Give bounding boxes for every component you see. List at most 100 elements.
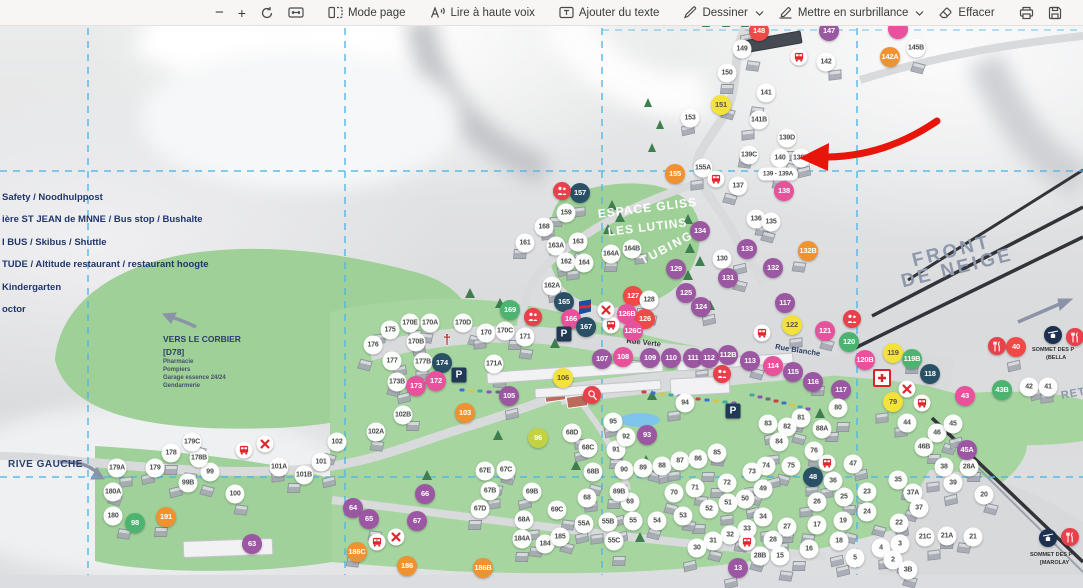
marker-171A: 171A bbox=[485, 355, 504, 374]
save-button[interactable] bbox=[1041, 1, 1069, 25]
draw-button[interactable]: Dessiner bbox=[676, 1, 770, 25]
marker-133: 133 bbox=[737, 239, 757, 259]
highlight-button[interactable]: Mettre en surbrillance bbox=[771, 1, 932, 25]
marker-128: 128 bbox=[640, 291, 659, 310]
marker-46B: 46B bbox=[915, 438, 934, 457]
fit-width-icon bbox=[288, 6, 304, 19]
parked-car bbox=[790, 404, 795, 407]
marker-28A: 28A bbox=[960, 458, 979, 477]
people-icon bbox=[843, 310, 861, 328]
marker-68D: 68D bbox=[563, 424, 582, 443]
eraser-icon bbox=[938, 6, 953, 19]
erase-label: Effacer bbox=[958, 7, 994, 19]
marker-88A: 88A bbox=[813, 420, 832, 439]
marker-32: 32 bbox=[721, 526, 740, 545]
map-canvas[interactable]: Safety / Noodhulppostière ST JEAN de MNN… bbox=[0, 0, 1083, 575]
pdf-toolbar: − + Mode page Lire à haute voix Ajouter … bbox=[0, 0, 1083, 26]
highlight-label: Mettre en surbrillance bbox=[798, 7, 909, 19]
marker-83: 83 bbox=[759, 415, 778, 434]
chalet-building bbox=[613, 557, 625, 565]
add-text-label: Ajouter du texte bbox=[579, 7, 660, 19]
marker-101: 101 bbox=[312, 453, 331, 472]
marker-96: 96 bbox=[528, 428, 548, 448]
marker-26: 26 bbox=[808, 493, 827, 512]
fullscreen-button[interactable] bbox=[1079, 1, 1083, 25]
add-text-button[interactable]: Ajouter du texte bbox=[552, 1, 667, 25]
rotate-icon bbox=[260, 6, 274, 20]
fit-width-button[interactable] bbox=[281, 1, 311, 25]
chalet-building bbox=[721, 85, 733, 93]
marker-73: 73 bbox=[743, 463, 762, 482]
legend-line: ière ST JEAN de MNNE / Bus stop / Bushal… bbox=[2, 209, 209, 231]
parked-car bbox=[487, 390, 492, 393]
marker-170D: 170D bbox=[454, 314, 473, 333]
highlighter-icon bbox=[778, 6, 793, 19]
marker-161: 161 bbox=[516, 234, 535, 253]
ski-school-icon bbox=[578, 300, 592, 321]
marker-186C: 186C bbox=[347, 542, 367, 562]
chalet-building bbox=[793, 262, 806, 271]
marker-150: 150 bbox=[718, 64, 737, 83]
marker-27: 27 bbox=[778, 518, 797, 537]
marker-19: 19 bbox=[834, 512, 853, 531]
erase-button[interactable]: Effacer bbox=[931, 1, 1001, 25]
marker-22: 22 bbox=[890, 514, 909, 533]
parked-car bbox=[766, 398, 771, 401]
pond bbox=[620, 413, 660, 427]
marker-85: 85 bbox=[708, 444, 727, 463]
marker-25: 25 bbox=[835, 488, 854, 507]
bus-stop-icon bbox=[914, 395, 931, 412]
marker-168: 168 bbox=[535, 218, 554, 237]
parked-car bbox=[478, 390, 483, 393]
marker-179A: 179A bbox=[108, 459, 127, 478]
page-mode-label: Mode page bbox=[348, 7, 406, 19]
chalet-building bbox=[876, 413, 887, 422]
zoom-out-button[interactable]: − bbox=[208, 1, 231, 25]
chevron-down-icon[interactable] bbox=[755, 10, 764, 16]
marker-45A: 45A bbox=[957, 440, 977, 460]
parked-car bbox=[696, 397, 701, 400]
restaurant-icon bbox=[1061, 528, 1079, 546]
restaurant-icon bbox=[1066, 328, 1083, 346]
marker-159: 159 bbox=[557, 204, 576, 223]
close-icon bbox=[899, 381, 916, 398]
page-mode-button[interactable]: Mode page bbox=[321, 1, 413, 25]
zoom-in-button[interactable]: + bbox=[231, 1, 253, 25]
marker-67D: 67D bbox=[471, 500, 490, 519]
read-aloud-button[interactable]: Lire à haute voix bbox=[423, 1, 542, 25]
marker-149: 149 bbox=[733, 40, 752, 59]
bus-stop-icon bbox=[603, 317, 620, 334]
marker-37: 37 bbox=[910, 499, 929, 518]
marker-13: 13 bbox=[728, 558, 748, 578]
chalet-building bbox=[829, 70, 840, 79]
marker-24: 24 bbox=[858, 503, 877, 522]
map-label-rive-gauche: RIVE GAUCHE bbox=[8, 459, 83, 470]
marker-105: 105 bbox=[499, 386, 519, 406]
marker-121: 121 bbox=[815, 321, 835, 341]
marker-16: 16 bbox=[800, 540, 819, 559]
chalet-building bbox=[120, 477, 131, 486]
marker-185: 185 bbox=[551, 528, 570, 547]
marker-21: 21 bbox=[964, 528, 983, 547]
marker-175: 175 bbox=[381, 321, 400, 340]
marker-180A: 180A bbox=[104, 483, 123, 502]
print-button[interactable] bbox=[1012, 1, 1041, 25]
marker-99B: 99B bbox=[179, 474, 198, 493]
marker-20: 20 bbox=[975, 486, 994, 505]
rotate-button[interactable] bbox=[253, 1, 281, 25]
chalet-building bbox=[155, 528, 167, 536]
marker-176: 176 bbox=[364, 336, 383, 355]
marker-174: 174 bbox=[432, 353, 452, 373]
marker-39: 39 bbox=[944, 474, 963, 493]
map-label-garage: Garage essence 24/24 bbox=[163, 375, 226, 381]
cable-car-icon bbox=[1039, 529, 1057, 547]
marker-67: 67 bbox=[407, 511, 427, 531]
legend-line: octor bbox=[2, 299, 209, 321]
marker-55C: 55C bbox=[605, 532, 624, 551]
chevron-down-icon[interactable] bbox=[915, 10, 924, 16]
marker-55A: 55A bbox=[575, 515, 594, 534]
marker-151: 151 bbox=[711, 95, 731, 115]
marker-120: 120 bbox=[839, 332, 859, 352]
marker-67E: 67E bbox=[476, 462, 495, 481]
marker-5: 5 bbox=[846, 549, 865, 568]
